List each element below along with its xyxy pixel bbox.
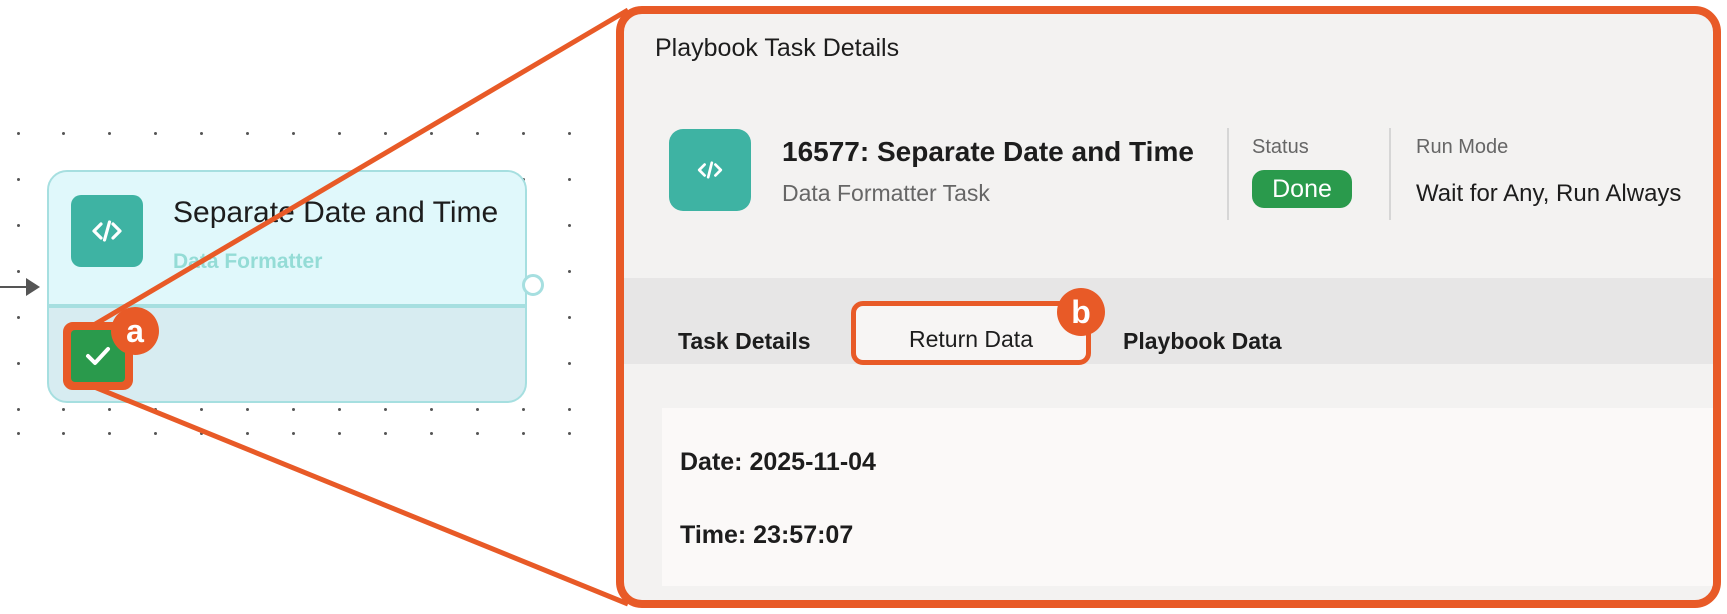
- grid-dot: [430, 432, 433, 435]
- grid-dot: [200, 432, 203, 435]
- grid-dot: [522, 132, 525, 135]
- checkmark-icon: [86, 347, 110, 365]
- grid-dot: [522, 432, 525, 435]
- grid-dot: [246, 132, 249, 135]
- code-icon: [71, 195, 143, 267]
- grid-dot: [200, 132, 203, 135]
- grid-dot: [154, 432, 157, 435]
- grid-dot: [568, 316, 571, 319]
- callout-badge-b: b: [1057, 288, 1105, 336]
- return-data-date: Date: 2025-11-04: [680, 448, 876, 476]
- grid-dot: [108, 432, 111, 435]
- grid-dot: [17, 178, 20, 181]
- callout-badge-a: a: [111, 307, 159, 355]
- grid-dot: [292, 132, 295, 135]
- panel-title: Playbook Task Details: [655, 34, 900, 62]
- tab-return-data[interactable]: Return Data: [851, 301, 1091, 365]
- grid-dot: [338, 408, 341, 411]
- grid-dot: [17, 432, 20, 435]
- grid-dot: [246, 432, 249, 435]
- grid-dot: [568, 178, 571, 181]
- grid-dot: [17, 132, 20, 135]
- run-mode-value: Wait for Any, Run Always: [1416, 180, 1682, 207]
- tab-return-data-label: Return Data: [908, 326, 1033, 352]
- task-title: 16577: Separate Date and Time: [782, 136, 1194, 167]
- grid-dot: [62, 408, 65, 411]
- grid-dot: [154, 132, 157, 135]
- grid-dot: [292, 408, 295, 411]
- grid-dot: [568, 132, 571, 135]
- playbook-task-details-panel: Playbook Task Details 16577: Separate Da…: [616, 6, 1721, 608]
- grid-dot: [108, 132, 111, 135]
- grid-dot: [17, 362, 20, 365]
- grid-dot: [476, 132, 479, 135]
- grid-dot: [384, 408, 387, 411]
- grid-dot: [568, 408, 571, 411]
- divider: [1389, 128, 1391, 220]
- tab-task-details[interactable]: Task Details: [678, 328, 811, 355]
- grid-dot: [17, 270, 20, 273]
- grid-dot: [17, 224, 20, 227]
- grid-dot: [568, 270, 571, 273]
- task-node-title: Separate Date and Time: [173, 196, 499, 229]
- connector-arrow-icon: [26, 278, 40, 296]
- grid-dot: [108, 408, 111, 411]
- output-port[interactable]: [522, 274, 544, 296]
- run-mode-label: Run Mode: [1416, 136, 1509, 158]
- code-icon: [669, 129, 751, 211]
- grid-dot: [476, 408, 479, 411]
- grid-dot: [522, 408, 525, 411]
- grid-dot: [568, 362, 571, 365]
- return-data-content: Date: 2025-11-04 Time: 23:57:07: [662, 408, 1713, 586]
- status-badge: Done: [1252, 170, 1352, 208]
- grid-dot: [568, 432, 571, 435]
- grid-dot: [154, 408, 157, 411]
- grid-dot: [338, 432, 341, 435]
- grid-dot: [568, 224, 571, 227]
- grid-dot: [476, 432, 479, 435]
- task-type: Data Formatter Task: [782, 180, 990, 206]
- task-node-subtitle: Data Formatter: [173, 250, 323, 273]
- grid-dot: [430, 132, 433, 135]
- divider: [1227, 128, 1229, 220]
- task-node-header: Separate Date and Time Data Formatter: [49, 172, 525, 308]
- grid-dot: [246, 408, 249, 411]
- grid-dot: [17, 316, 20, 319]
- tab-playbook-data[interactable]: Playbook Data: [1123, 328, 1282, 355]
- grid-dot: [292, 432, 295, 435]
- return-data-time: Time: 23:57:07: [680, 521, 854, 549]
- grid-dot: [62, 432, 65, 435]
- grid-dot: [62, 132, 65, 135]
- grid-dot: [430, 408, 433, 411]
- grid-dot: [384, 432, 387, 435]
- grid-dot: [200, 408, 203, 411]
- grid-dot: [338, 132, 341, 135]
- grid-dot: [384, 132, 387, 135]
- status-label: Status: [1252, 136, 1309, 158]
- grid-dot: [17, 408, 20, 411]
